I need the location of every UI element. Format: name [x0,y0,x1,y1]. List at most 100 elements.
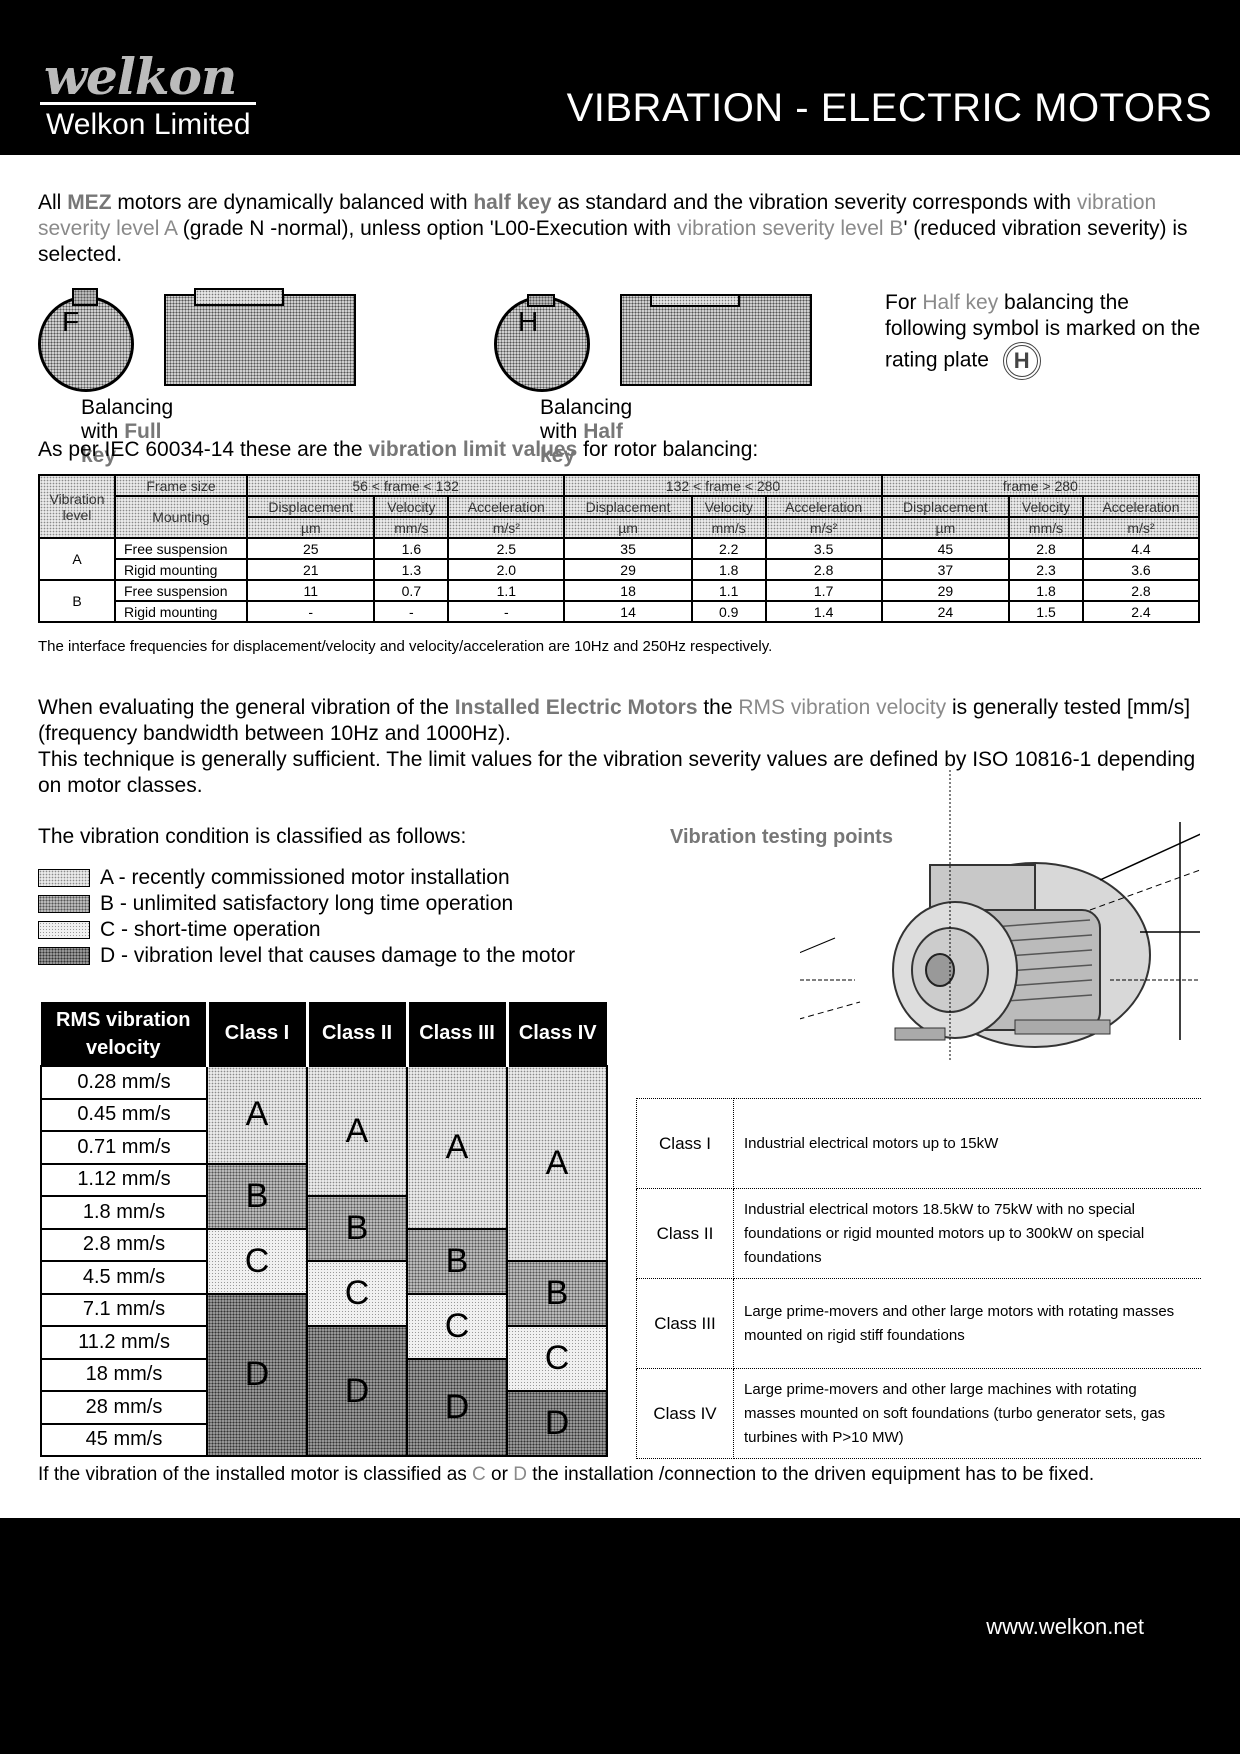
header-quantity: Acceleration [447,495,566,518]
logo-divider [40,102,256,105]
velocity-cell: 28 mm/s [40,1390,208,1425]
class-name: Class IV [636,1368,734,1459]
limit-value-cell: 25 [245,537,376,560]
limit-value-cell: 1.6 [373,537,450,560]
legend-item-b: B - unlimited satisfactory long time ope… [38,891,575,917]
final-note-text: the installation /connection to the driv… [526,1464,1095,1485]
header-vibration-level: Vibration level [38,474,116,539]
intro-paragraph: All MEZ motors are dynamically balanced … [38,190,1213,268]
final-note-d: D [513,1464,527,1485]
zone-cell-b: B [406,1227,508,1295]
limit-value-cell: 2.8 [1008,537,1084,560]
zone-cell-d: D [506,1390,608,1457]
legend-label: C - short-time operation [100,918,321,941]
class-name: Class I [636,1098,734,1189]
limit-value-cell: 1.3 [373,558,450,581]
limit-value-cell: 29 [563,558,693,581]
zone-cell-c: C [206,1227,308,1295]
limit-value-cell: 29 [880,579,1011,602]
interface-frequency-note: The interface frequencies for displaceme… [38,638,773,655]
final-note-text: If the vibration of the installed motor … [38,1464,473,1485]
class-text: Industrial electrical motors up to 15kW [733,1098,1201,1189]
header-group: 132 < frame < 280 [563,474,883,497]
leader-6 [1099,833,1200,881]
intro-text: motors are dynamically balanced with [111,191,474,214]
half-key-slot [650,294,740,307]
iec-table-row: Rigid mounting 21 1.3 2.0 29 1.8 2.8 37 2.3 3.6 [39,558,1201,581]
motor-foot-left [894,1027,946,1041]
eval-text: the [697,696,739,719]
header-unit: m/s² [764,516,883,539]
class-name: Class II [636,1188,734,1279]
zone-cell-b: B [506,1260,608,1327]
full-key-rotor-circle [38,296,134,392]
rms-velocity-class-table: RMS vibration velocity Class I Class II … [40,1002,608,1457]
limit-value-cell: 37 [880,558,1011,581]
class-row: Class IV Large prime-movers and other la… [636,1368,1201,1459]
iec-limits-table: Vibration level Frame size 56 < frame < … [38,474,1201,623]
header-group: frame > 280 [880,474,1201,497]
header-quantity: Velocity [690,495,767,518]
limit-value-cell: 3.6 [1081,558,1201,581]
class-name: Class III [636,1278,734,1369]
zone-cell-a: A [406,1065,508,1230]
vibration-level-cell: A [38,537,116,581]
header-rms-velocity: RMS vibration velocity [41,1002,207,1066]
limit-value-cell: - [373,600,450,623]
half-key-letter: H [518,306,539,337]
limit-value-cell: 1.4 [764,600,883,623]
website-link[interactable]: www.welkon.net [986,1614,1144,1640]
rms-table-row: 0.28 mm/s A A A A [40,1065,608,1262]
mounting-cell: Free suspension [114,537,248,560]
zone-cell-a: A [506,1065,608,1262]
limit-value-cell: 24 [880,600,1011,623]
limit-value-cell: 1.8 [1008,579,1084,602]
iec-intro-text: As per IEC 60034-14 these are the [38,438,369,461]
welkon-logo: welkon [44,47,237,106]
limit-value-cell: 2.8 [1081,579,1201,602]
velocity-cell: 18 mm/s [40,1357,208,1392]
header-quantity: Displacement [245,495,376,518]
class-text: Large prime-movers and other large machi… [733,1368,1201,1459]
motor-illustration [892,862,1151,1048]
class-row: Class II Industrial electrical motors 18… [636,1188,1201,1279]
velocity-cell: 0.71 mm/s [40,1130,208,1165]
iec-intro: As per IEC 60034-14 these are the vibrat… [38,438,758,462]
iec-table-row: Rigid mounting - - -14 0.9 1.4 24 1.5 2.4 [39,600,1201,623]
limit-value-cell: 4.4 [1081,537,1201,560]
limit-value-cell: 3.5 [764,537,883,560]
limit-value-cell: 2.4 [1081,600,1201,623]
legend-label: B - unlimited satisfactory long time ope… [100,892,514,915]
legend-swatch-a [38,869,90,887]
header-quantity: Acceleration [764,495,883,518]
zone-cell-d: D [206,1292,308,1457]
header-class: Class I [205,1002,307,1066]
header-unit: mm/s [1008,516,1084,539]
axis-line [800,1001,861,1020]
header-quantity: Acceleration [1081,495,1201,518]
limit-value-cell: 1.8 [690,558,767,581]
limit-value-cell: 1.7 [764,579,883,602]
intro-level-b: vibration severity level B [677,217,904,240]
half-key-shaft-rect [620,294,812,386]
zone-cell-c: C [306,1260,408,1327]
limit-value-cell: 0.9 [690,600,767,623]
half-key-symbol-icon: H [1002,342,1041,380]
page-footer: www.welkon.net [0,1518,1240,1754]
limit-value-cell: 0.7 [373,579,450,602]
note-half-key: Half key [922,291,999,314]
header-quantity: Displacement [563,495,693,518]
class-row: Class I Industrial electrical motors up … [636,1098,1201,1189]
iec-intro-text: for rotor balancing: [577,438,759,461]
full-key-slot [194,288,284,306]
header-unit: µm [880,516,1011,539]
page-header: welkon Welkon Limited VIBRATION - ELECTR… [0,0,1240,155]
zone-cell-b: B [206,1162,308,1230]
velocity-cell: 11.2 mm/s [40,1325,208,1360]
motor-testing-points-diagram: 1 2 3 4 5 6 [800,770,1200,1060]
class-description-table: Class I Industrial electrical motors up … [636,1098,1201,1459]
intro-mez: MEZ [67,191,112,214]
header-unit: mm/s [373,516,450,539]
intro-text: (grade N -normal), unless option 'L00-Ex… [176,217,677,240]
velocity-cell: 0.28 mm/s [40,1065,208,1100]
